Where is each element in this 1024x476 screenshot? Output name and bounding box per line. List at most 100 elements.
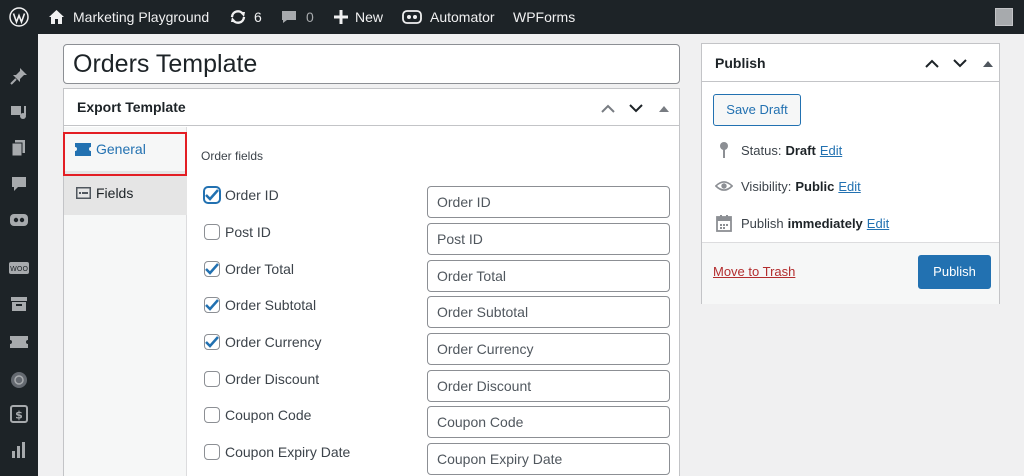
home-icon xyxy=(49,10,64,24)
admin-menu: WOO $ xyxy=(0,34,38,476)
fields-icon xyxy=(75,185,91,201)
field-name-input[interactable]: Post ID xyxy=(427,223,670,255)
field-label: Order Discount xyxy=(225,371,320,387)
comments-link[interactable]: 0 xyxy=(281,0,314,34)
publish-value: immediately xyxy=(787,215,863,231)
chevron-up-icon[interactable] xyxy=(600,100,616,116)
check-icon xyxy=(205,299,219,311)
wpforms-link[interactable]: WPForms xyxy=(513,0,575,34)
site-name-label: Marketing Playground xyxy=(73,9,210,25)
field-name-input[interactable]: Order Subtotal xyxy=(427,296,670,328)
check-icon xyxy=(205,336,219,348)
field-label: Order Subtotal xyxy=(225,297,317,313)
check-icon xyxy=(205,263,219,275)
field-checkbox[interactable] xyxy=(204,371,220,387)
field-name-input[interactable]: Coupon Code xyxy=(427,406,670,438)
save-draft-button[interactable]: Save Draft xyxy=(713,94,801,126)
circle-icon[interactable] xyxy=(7,368,31,392)
tab-fields[interactable]: Fields xyxy=(64,171,187,215)
media-icon[interactable] xyxy=(7,100,31,124)
ticket-icon[interactable] xyxy=(7,330,31,354)
admin-bar: Marketing Playground 6 0 New Automator W… xyxy=(0,0,1024,34)
visibility-row: Visibility: Public Edit xyxy=(715,177,861,195)
archive-icon[interactable] xyxy=(7,292,31,316)
ticket-icon xyxy=(75,141,91,157)
field-name-input[interactable]: Order Discount xyxy=(427,370,670,402)
status-row: Status: Draft Edit xyxy=(715,141,842,159)
publish-actions: Move to Trash Publish xyxy=(702,242,999,304)
woo-icon[interactable]: WOO xyxy=(7,256,31,280)
field-checkbox[interactable] xyxy=(204,407,220,423)
updates-icon xyxy=(230,10,246,24)
tab-general-label: General xyxy=(96,141,146,157)
comment-icon xyxy=(282,11,296,23)
chart-icon[interactable] xyxy=(7,438,31,462)
new-content-link[interactable]: New xyxy=(334,0,383,34)
automator-link[interactable]: Automator xyxy=(402,0,495,34)
plus-icon xyxy=(334,10,348,24)
field-checkbox[interactable] xyxy=(204,444,220,460)
check-icon xyxy=(205,189,219,201)
svg-text:WOO: WOO xyxy=(10,265,28,273)
field-checkbox[interactable] xyxy=(204,261,220,277)
calendar-icon xyxy=(715,214,733,232)
field-label: Coupon Code xyxy=(225,407,312,423)
pin-icon xyxy=(715,141,733,159)
field-label: Coupon Expiry Date xyxy=(225,444,351,460)
schedule-row: Publish immediately Edit xyxy=(715,214,889,232)
field-checkbox[interactable] xyxy=(204,187,220,203)
wordpress-logo-icon[interactable] xyxy=(0,0,38,34)
comments-icon[interactable] xyxy=(7,172,31,196)
chevron-up-icon[interactable] xyxy=(924,55,940,71)
move-to-trash-link[interactable]: Move to Trash xyxy=(713,264,795,279)
updates-count: 6 xyxy=(254,9,262,25)
comments-count: 0 xyxy=(306,9,314,25)
field-name-input[interactable]: Order Currency xyxy=(427,333,670,365)
template-tabs: General Fields xyxy=(64,127,187,476)
field-label: Order Currency xyxy=(225,334,322,350)
updates-link[interactable]: 6 xyxy=(229,0,262,34)
new-label: New xyxy=(355,9,384,25)
visibility-label: Visibility: xyxy=(741,178,792,194)
export-template-header: Export Template xyxy=(64,89,679,126)
visibility-value: Public xyxy=(795,178,835,194)
user-avatar[interactable] xyxy=(995,8,1013,26)
publish-button[interactable]: Publish xyxy=(918,255,991,289)
pages-icon[interactable] xyxy=(7,136,31,160)
order-fields-label: Order fields xyxy=(201,149,264,163)
chevron-down-icon[interactable] xyxy=(628,100,644,116)
post-title-input[interactable]: Orders Template xyxy=(63,44,680,84)
field-label: Order ID xyxy=(225,187,279,203)
field-label: Post ID xyxy=(225,224,271,240)
field-name-input[interactable]: Coupon Expiry Date xyxy=(427,443,670,475)
edit-visibility-link[interactable]: Edit xyxy=(838,179,860,194)
site-name-link[interactable]: Marketing Playground xyxy=(48,0,209,34)
pin-icon[interactable] xyxy=(7,64,31,88)
edit-schedule-link[interactable]: Edit xyxy=(867,216,889,231)
automator-label: Automator xyxy=(430,9,495,25)
collapse-toggle-icon[interactable] xyxy=(656,100,672,116)
dollar-icon[interactable]: $ xyxy=(7,402,31,426)
edit-status-link[interactable]: Edit xyxy=(820,143,842,158)
publish-label: Publish xyxy=(741,215,784,231)
publish-header: Publish xyxy=(702,44,999,82)
status-value: Draft xyxy=(785,142,816,158)
export-template-box: Export Template General Fields Order fie… xyxy=(63,88,680,476)
eye-icon xyxy=(715,177,733,195)
svg-text:$: $ xyxy=(15,409,23,422)
field-name-input[interactable]: Order ID xyxy=(427,186,670,218)
chevron-down-icon[interactable] xyxy=(952,55,968,71)
wpforms-label: WPForms xyxy=(513,9,576,25)
automator-icon[interactable] xyxy=(7,208,31,232)
publish-box: Publish Save Draft Status: Draft Edit Vi… xyxy=(701,43,1000,304)
field-checkbox[interactable] xyxy=(204,297,220,313)
field-checkbox[interactable] xyxy=(204,224,220,240)
field-name-input[interactable]: Order Total xyxy=(427,260,670,292)
field-checkbox[interactable] xyxy=(204,334,220,350)
tab-fields-label: Fields xyxy=(96,185,134,201)
collapse-toggle-icon[interactable] xyxy=(980,55,996,71)
automator-icon xyxy=(402,10,422,24)
tab-general[interactable]: General xyxy=(64,127,187,171)
status-label: Status: xyxy=(741,142,782,158)
export-template-title: Export Template xyxy=(77,99,186,115)
